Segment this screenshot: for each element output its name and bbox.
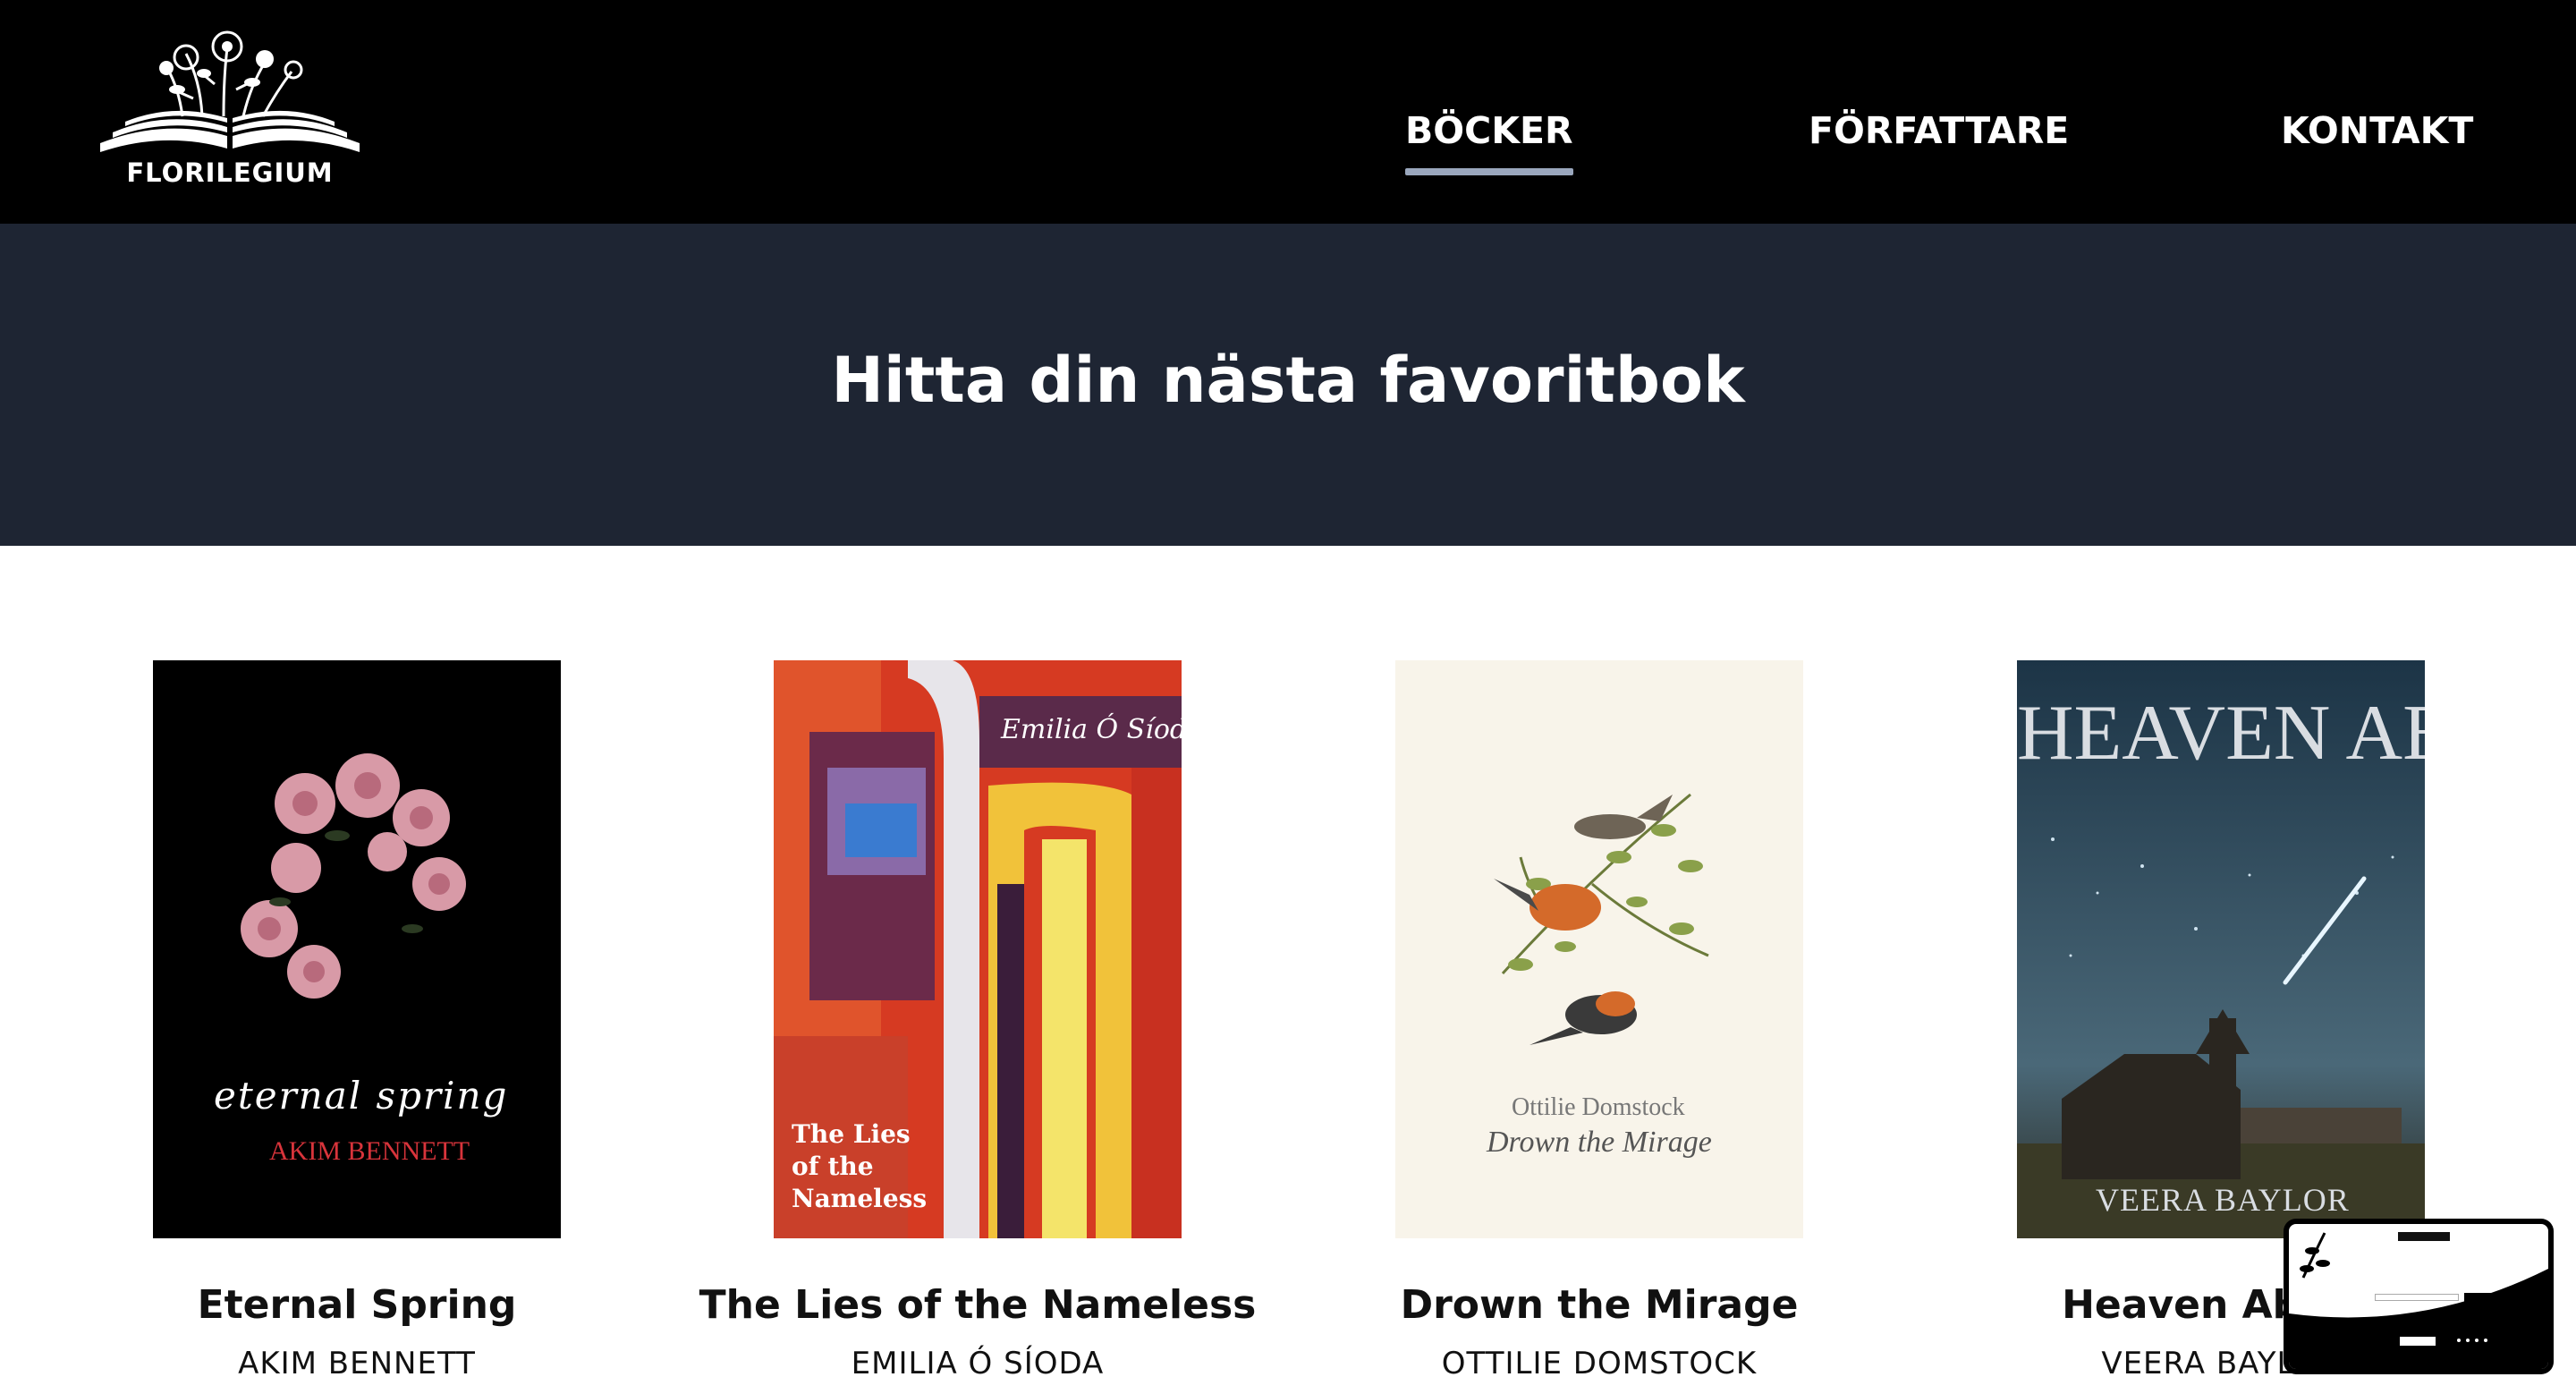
nav-link-kontakt[interactable]: KONTAKT — [2281, 109, 2473, 152]
book-cover-heaven-above[interactable]: HEAVEN ABOVE VEERA BAYLOR — [2017, 660, 2425, 1238]
cover-author: Emilia Ó Síoda — [1001, 714, 1182, 745]
cover-author: VEERA BAYLOR — [2096, 1182, 2350, 1218]
main-nav: BÖCKER FÖRFATTARE KONTAKT — [0, 109, 2576, 181]
book-cover-drown-the-mirage[interactable]: Ottilie Domstock Drown the Mirage — [1395, 660, 1803, 1238]
book-title[interactable]: The Lies of the Nameless — [691, 1282, 1264, 1328]
book-author[interactable]: OTTILIE DOMSTOCK — [1313, 1346, 1885, 1381]
book-author[interactable]: EMILIA Ó SÍODA — [691, 1346, 1264, 1381]
book-cover-eternal-spring[interactable]: eternal spring AKIM BENNETT — [153, 660, 561, 1238]
cover-title: eternal spring — [214, 1074, 509, 1118]
nav-link-label: FÖRFATTARE — [1809, 109, 2070, 152]
preview-screen — [2289, 1224, 2548, 1369]
cover-author: Ottilie Domstock — [1512, 1093, 1685, 1121]
cover-title: The Lies of the Nameless — [792, 1119, 928, 1213]
nav-link-bocker[interactable]: BÖCKER — [1405, 109, 1573, 175]
site-header: FLORILEGIUM BÖCKER FÖRFATTARE KONTAKT — [0, 0, 2576, 224]
nav-link-label: KONTAKT — [2281, 109, 2474, 152]
preview-submit-button — [2464, 1293, 2495, 1302]
cover-title: Drown the Mirage — [1487, 1126, 1712, 1159]
book-author[interactable]: AKIM BENNETT — [71, 1346, 643, 1381]
book-cover-lies-of-the-nameless[interactable]: Emilia Ó Síoda The Lies of the Nameless — [774, 660, 1182, 1238]
hero-title: Hitta din nästa favoritbok — [831, 344, 1745, 417]
hero-banner: Hitta din nästa favoritbok — [0, 224, 2576, 546]
nav-link-forfattare[interactable]: FÖRFATTARE — [1809, 109, 2069, 152]
cover-title: HEAVEN ABOVE — [2017, 690, 2425, 777]
preview-title-bar — [2398, 1232, 2450, 1241]
book-title[interactable]: Drown the Mirage — [1313, 1282, 1885, 1328]
book-title[interactable]: Eternal Spring — [71, 1282, 643, 1328]
cover-author: AKIM BENNETT — [269, 1136, 470, 1166]
preview-email-input — [2375, 1294, 2459, 1301]
nav-active-underline — [1405, 168, 1573, 175]
newsletter-preview-thumbnail[interactable] — [2284, 1219, 2554, 1374]
nav-link-label: BÖCKER — [1405, 109, 1573, 152]
